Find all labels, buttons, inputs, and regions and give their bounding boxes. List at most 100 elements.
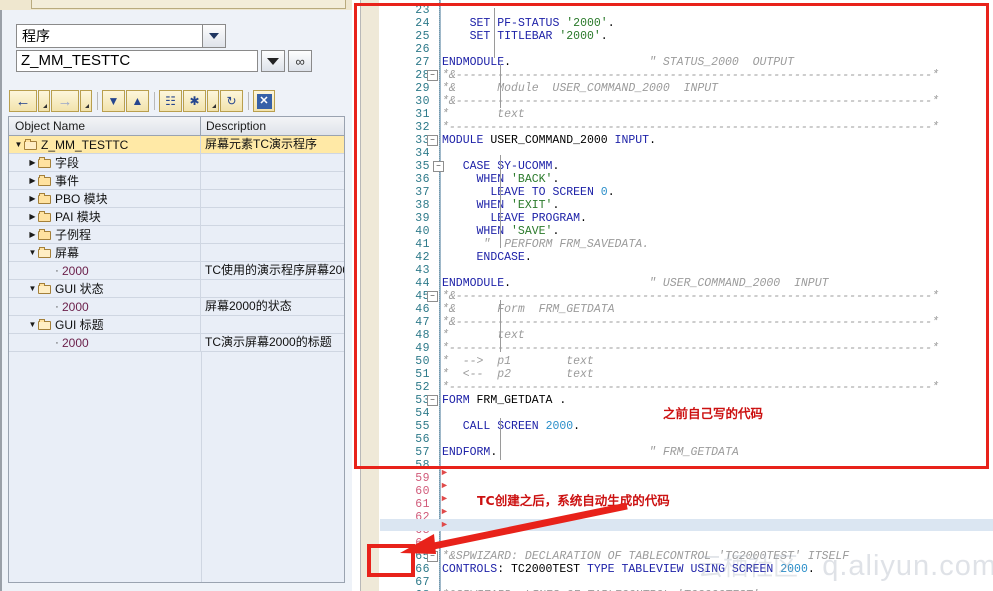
tree-row[interactable]: ▶ PBO 模块 xyxy=(9,190,344,208)
code-line[interactable]: LEAVE TO SCREEN 0. xyxy=(442,186,614,199)
fold-toggle[interactable]: − xyxy=(433,161,444,172)
code-line[interactable]: *---------------------------------------… xyxy=(442,121,939,134)
close-button[interactable]: ✕ xyxy=(253,90,275,112)
code-line[interactable]: " PERFORM FRM_SAVEDATA. xyxy=(442,238,649,251)
tree-row-description-cell xyxy=(201,208,344,225)
line-number: 53 xyxy=(415,394,430,407)
code-line[interactable]: LEAVE PROGRAM. xyxy=(442,212,587,225)
tree-node-label: Z_MM_TESTTC xyxy=(41,137,129,152)
line-number: 36 xyxy=(415,173,430,186)
line-number: 49 xyxy=(415,342,430,355)
twisty-collapsed-icon[interactable]: ▶ xyxy=(27,194,38,203)
code-line[interactable]: *---------------------------------------… xyxy=(442,342,939,355)
back-history-dropdown[interactable] xyxy=(38,90,50,112)
line-number: 42 xyxy=(415,251,430,264)
filter-button[interactable]: ✱ xyxy=(183,90,206,112)
tree-row[interactable]: ▼ 屏幕 xyxy=(9,244,344,262)
code-line[interactable]: * text xyxy=(442,329,525,342)
editor-left-strip xyxy=(352,0,361,591)
chevron-down-icon[interactable] xyxy=(202,25,225,47)
line-number: 50 xyxy=(415,355,430,368)
line-number: 27 xyxy=(415,56,430,69)
tree-node-label: 字段 xyxy=(55,156,80,170)
tree-row[interactable]: · 2000 屏幕2000的状态 xyxy=(9,298,344,316)
tree-row[interactable]: ▶ 事件 xyxy=(9,172,344,190)
tree-row[interactable]: ▶ PAI 模块 xyxy=(9,208,344,226)
glasses-icon: ∞ xyxy=(295,53,305,69)
code-line[interactable]: * <-- p2 text xyxy=(442,368,594,381)
twisty-collapsed-icon[interactable]: ▶ xyxy=(27,212,38,221)
twisty-expanded-icon[interactable]: ▼ xyxy=(27,284,38,293)
code-line[interactable]: SET TITLEBAR '2000'. xyxy=(442,30,608,43)
tree-row[interactable]: · 2000 TC演示屏幕2000的标题 xyxy=(9,334,344,352)
code-line[interactable]: ENDCASE. xyxy=(442,251,532,264)
line-number: 44 xyxy=(415,277,430,290)
twisty-expanded-icon[interactable]: ▼ xyxy=(27,248,38,257)
open-folder-icon xyxy=(38,283,51,294)
tree-row-description-cell: 屏幕元素TC演示程序 xyxy=(201,136,344,153)
fold-toggle[interactable]: − xyxy=(427,291,438,302)
line-number: 37 xyxy=(415,186,430,199)
object-tree[interactable]: Object Name Description ▼ Z_MM_TESTTC 屏幕元素… xyxy=(8,116,345,583)
tree-row[interactable]: · 2000 TC使用的演示程序屏幕2000 xyxy=(9,262,344,280)
fold-toggle[interactable]: − xyxy=(427,70,438,81)
object-type-combo[interactable]: 程序 xyxy=(16,24,226,48)
toolbar-separator-2 xyxy=(154,92,155,110)
change-marker: ► xyxy=(440,519,449,529)
code-line[interactable]: MODULE USER_COMMAND_2000 INPUT. xyxy=(442,134,656,147)
code-line[interactable]: *& Form FRM_GETDATA xyxy=(442,303,615,316)
code-line[interactable]: *---------------------------------------… xyxy=(442,381,939,394)
collapse-subtree-button[interactable]: ▲ xyxy=(126,90,149,112)
code-line[interactable]: *& Module USER_COMMAND_2000 INPUT xyxy=(442,82,718,95)
tree-row-description-cell: 屏幕2000的状态 xyxy=(201,298,344,315)
expand-subtree-button[interactable]: ▼ xyxy=(102,90,125,112)
tree-row-description-cell xyxy=(201,244,344,261)
code-line[interactable]: ENDFORM. " FRM_GETDATA xyxy=(442,446,739,459)
object-name-input[interactable]: Z_MM_TESTTC xyxy=(16,50,259,72)
filter-dropdown[interactable] xyxy=(207,90,219,112)
object-type-combo-box[interactable]: 程序 xyxy=(16,24,226,48)
tree-row[interactable]: ▼ Z_MM_TESTTC 屏幕元素TC演示程序 xyxy=(9,136,344,154)
refresh-button[interactable]: ↻ xyxy=(220,90,243,112)
tree-row[interactable]: ▶ 字段 xyxy=(9,154,344,172)
twisty-collapsed-icon[interactable]: ▶ xyxy=(27,230,38,239)
object-name-history-button[interactable] xyxy=(261,50,286,72)
fold-toggle[interactable]: − xyxy=(427,551,438,562)
twisty-collapsed-icon[interactable]: ▶ xyxy=(27,158,38,167)
code-line[interactable]: *&--------------------------------------… xyxy=(442,316,939,329)
tree-row[interactable]: ▼ GUI 状态 xyxy=(9,280,344,298)
forward-button[interactable]: → xyxy=(51,90,79,112)
code-line[interactable]: ENDMODULE. " USER_COMMAND_2000 INPUT xyxy=(442,277,829,290)
back-button[interactable]: ← xyxy=(9,90,37,112)
tree-body: ▼ Z_MM_TESTTC 屏幕元素TC演示程序 ▶ 字段 ▶ 事件 ▶ PBO 模块 ▶ PAI … xyxy=(9,136,344,352)
code-line[interactable]: *&--------------------------------------… xyxy=(442,290,939,303)
fold-toggle[interactable]: − xyxy=(427,395,438,406)
abap-editor-panel[interactable]: 23 24 SET PF-STATUS '2000'. 25 SET TITLEBA… xyxy=(352,0,993,591)
editor-code-area[interactable]: 23 24 SET PF-STATUS '2000'. 25 SET TITLEBA… xyxy=(380,0,993,591)
twisty-expanded-icon[interactable]: ▼ xyxy=(13,140,24,149)
line-number: 28 xyxy=(415,69,430,82)
twisty-expanded-icon[interactable]: ▼ xyxy=(27,320,38,329)
code-line[interactable]: *&SPWIZARD: DECLARATION OF TABLECONTROL … xyxy=(442,550,849,563)
display-object-button[interactable]: ∞ xyxy=(288,50,312,72)
twisty-collapsed-icon[interactable]: ▶ xyxy=(27,176,38,185)
line-number: 64 xyxy=(415,537,430,550)
code-line[interactable]: * text xyxy=(442,108,525,121)
tree-row[interactable]: ▼ GUI 标题 xyxy=(9,316,344,334)
back-arrow-icon: ← xyxy=(15,92,31,110)
tree-row[interactable]: ▶ 子例程 xyxy=(9,226,344,244)
object-hierarchy-button[interactable]: ☷ xyxy=(159,90,182,112)
tree-row-description-cell xyxy=(201,280,344,297)
code-line[interactable]: *&--------------------------------------… xyxy=(442,69,939,82)
code-line[interactable]: * --> p1 text xyxy=(442,355,594,368)
code-line[interactable]: FORM FRM_GETDATA . xyxy=(442,394,566,407)
forward-history-dropdown[interactable] xyxy=(80,90,92,112)
code-line[interactable]: SET PF-STATUS '2000'. xyxy=(442,17,615,30)
fold-toggle[interactable]: − xyxy=(427,135,438,146)
line-number: 55 xyxy=(415,420,430,433)
code-line[interactable]: CALL SCREEN 2000. xyxy=(442,420,580,433)
change-marker: ► xyxy=(440,480,449,490)
code-line[interactable]: *&--------------------------------------… xyxy=(442,95,939,108)
tree-empty-area xyxy=(9,352,344,582)
code-line[interactable]: CONTROLS: TC2000TEST TYPE TABLEVIEW USIN… xyxy=(442,563,815,576)
